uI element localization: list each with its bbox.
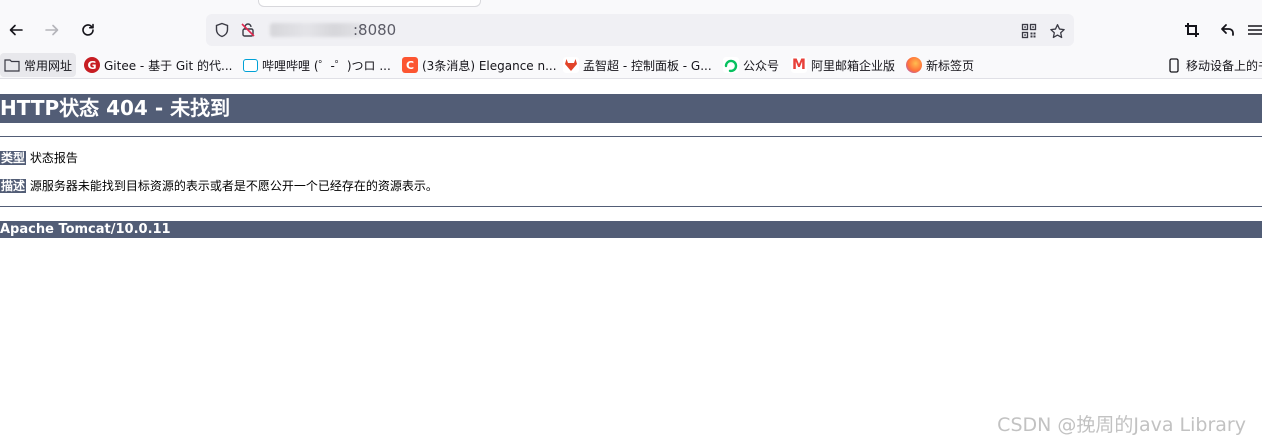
reload-icon: [82, 23, 94, 36]
crop-icon: [1185, 23, 1199, 37]
bookmark-bilibili[interactable]: 哔哩哔哩 (゜-゜)つロ ...: [239, 53, 395, 77]
bookmark-wechat-official[interactable]: 公众号: [719, 53, 783, 77]
bookmark-label: Gitee - 基于 Git 的代...: [104, 58, 233, 73]
firefox-icon: [906, 57, 922, 73]
browser-toolbar: :8080: [0, 0, 1262, 52]
description-line: 描述 源服务器未能找到目标资源的表示或者是不愿公开一个已经存在的资源表示。: [0, 179, 438, 194]
bookmark-mobile[interactable]: 移动设备上的书: [1162, 53, 1262, 77]
description-label: 描述: [0, 179, 27, 193]
undo-icon: [1221, 24, 1234, 36]
bookmark-label: 公众号: [743, 58, 780, 73]
bookmark-label: 阿里邮箱企业版: [811, 58, 896, 73]
type-label: 类型: [0, 151, 27, 165]
shield-icon[interactable]: [212, 20, 232, 40]
insecure-connection-icon[interactable]: [238, 20, 258, 40]
type-value: 状态报告: [29, 151, 78, 165]
url-text[interactable]: :8080: [353, 21, 396, 39]
type-line: 类型 状态报告: [0, 151, 78, 166]
bookmark-gitlab[interactable]: 孟智超 - 控制面板 - G...: [559, 53, 716, 77]
description-value: 源服务器未能找到目标资源的表示或者是不愿公开一个已经存在的资源表示。: [29, 179, 438, 193]
bookmark-csdn[interactable]: C (3条消息) Elegance n...: [398, 53, 561, 77]
bilibili-icon: [243, 58, 258, 72]
forward-arrow-icon: [45, 24, 59, 36]
qr-code-icon[interactable]: [1018, 20, 1040, 42]
reload-button[interactable]: [74, 16, 102, 44]
gitee-icon: G: [84, 57, 100, 73]
undo-button[interactable]: [1214, 16, 1242, 44]
back-button[interactable]: [2, 16, 30, 44]
bookmark-label: (3条消息) Elegance n...: [422, 58, 557, 73]
bookmark-aliyun-mail[interactable]: M 阿里邮箱企业版: [787, 53, 899, 77]
gitlab-icon: [563, 57, 579, 73]
url-bar[interactable]: :8080: [206, 14, 1074, 46]
mobile-device-icon: [1166, 57, 1182, 73]
bookmark-label: 常用网址: [24, 58, 73, 73]
divider: [0, 206, 1262, 207]
screenshot-crop-button[interactable]: [1178, 16, 1206, 44]
bookmark-star-icon[interactable]: [1046, 20, 1068, 42]
wechat-icon: [723, 57, 739, 73]
bookmark-label: 移动设备上的书: [1186, 58, 1262, 73]
redacted-host: [270, 23, 362, 37]
server-info: Apache Tomcat/10.0.11: [0, 221, 1262, 238]
active-tab[interactable]: [258, 0, 481, 7]
csdn-icon: C: [402, 57, 418, 73]
bookmark-folder-common[interactable]: 常用网址: [0, 53, 77, 77]
bookmark-gitee[interactable]: G Gitee - 基于 Git 的代...: [80, 53, 236, 77]
divider: [0, 136, 1262, 137]
hamburger-menu-icon: [1248, 25, 1262, 35]
watermark: CSDN @挽周的Java Library: [997, 414, 1246, 436]
bookmark-label: 孟智超 - 控制面板 - G...: [583, 58, 712, 73]
menu-button[interactable]: [1248, 16, 1262, 44]
bookmark-label: 新标签页: [926, 58, 975, 73]
bookmark-new-tab[interactable]: 新标签页: [902, 53, 978, 77]
forward-button[interactable]: [38, 16, 66, 44]
bookmark-label: 哔哩哔哩 (゜-゜)つロ ...: [262, 58, 391, 73]
page-title: HTTP状态 404 - 未找到: [0, 94, 1262, 123]
mail-icon: M: [791, 57, 807, 73]
back-arrow-icon: [9, 24, 23, 36]
folder-icon: [4, 57, 20, 73]
bookmarks-bar: 常用网址 G Gitee - 基于 Git 的代... 哔哩哔哩 (゜-゜)つロ…: [0, 52, 1262, 79]
